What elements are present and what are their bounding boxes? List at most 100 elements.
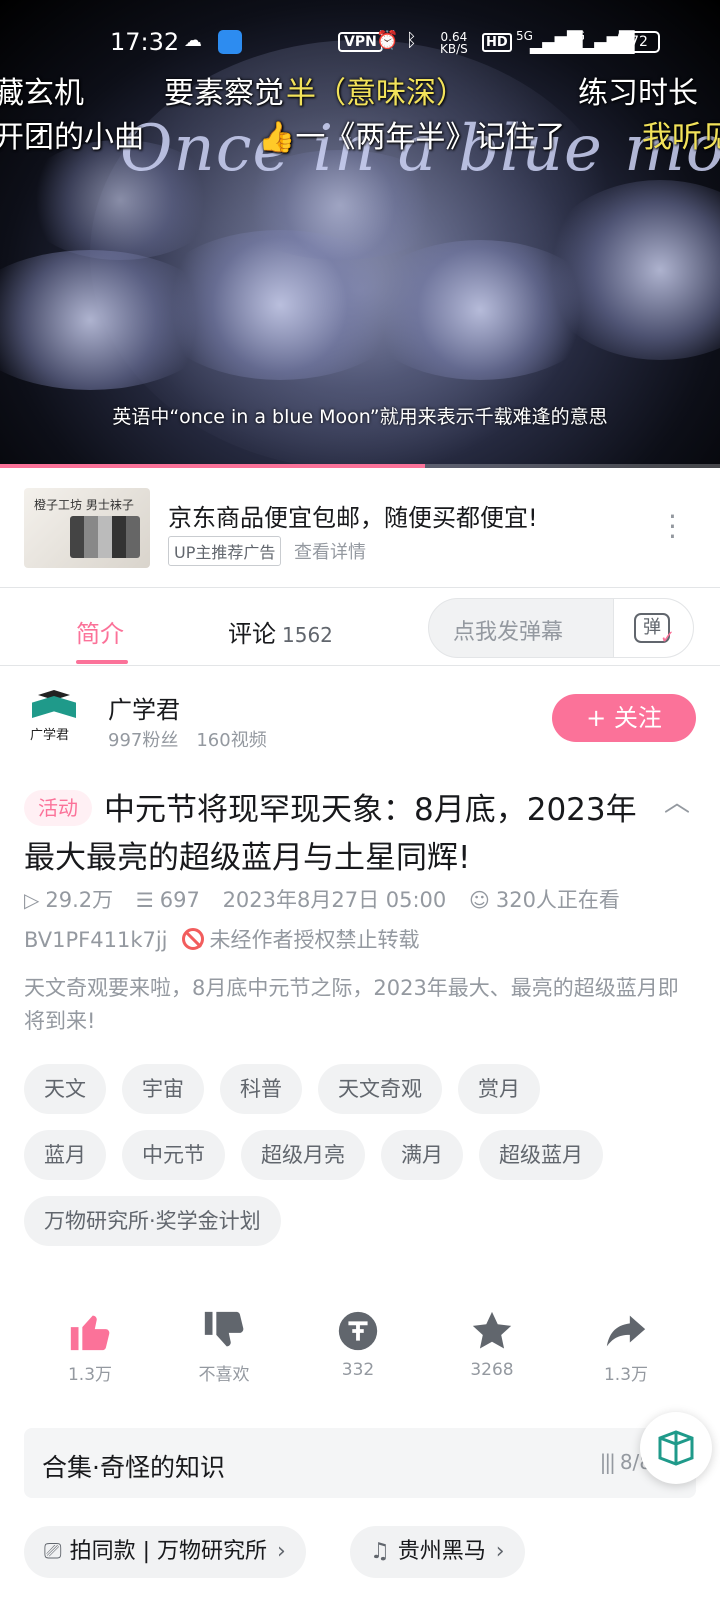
more-options-icon[interactable]: · · · — [668, 503, 677, 551]
chevron-up-icon[interactable]: ︿ — [664, 782, 690, 819]
danmaku-comment: 练习时长 — [578, 76, 698, 111]
battery-indicator: 72 — [618, 31, 660, 53]
danmaku-count: 697 — [159, 888, 200, 912]
socks-image — [70, 516, 140, 558]
tag[interactable]: 科普 — [220, 1064, 302, 1114]
tab-active-indicator — [76, 660, 128, 664]
copyright-notice: 未经作者授权禁止转载 — [209, 928, 420, 952]
collection-card[interactable]: 合集·奇怪的知识 ||| 8/8 — [24, 1428, 696, 1498]
favorite-count: 3268 — [470, 1360, 514, 1380]
ad-thumbnail-text: 橙子工坊 男士袜子 — [34, 498, 134, 512]
hd-indicator: HD — [482, 33, 512, 52]
video-meta: ▷ 29.2万 ☰ 697 2023年8月27日 05:00 ☺ 320人正在看 — [24, 884, 620, 914]
check-icon: ✓ — [660, 627, 676, 648]
favorite-button[interactable]: 3268 — [442, 1308, 542, 1380]
ad-title[interactable]: 京东商品便宜包邮，随便买都便宜! — [168, 498, 538, 533]
video-description: 天文奇观要来啦，8月底中元节之际，2023年最大、最亮的超级蓝月即将到来! — [24, 976, 679, 1033]
chevron-right-icon: › — [495, 1539, 505, 1564]
ad-detail-link[interactable]: 查看详情 — [294, 538, 366, 564]
video-subtitle: 英语中“once in a blue Moon”就用来表示千载难逢的意思 — [112, 406, 608, 428]
tag[interactable]: 万物研究所·奖学金计划 — [24, 1196, 281, 1246]
avatar-text: 广学君 — [30, 728, 70, 743]
tag-row: 万物研究所·奖学金计划 — [24, 1196, 297, 1246]
music-note-icon: ♫ — [370, 1539, 390, 1564]
video-title: 中元节将现罕现天象：8月底，2023年最大最亮的超级蓝月与土星同辉! — [24, 792, 637, 876]
activity-tag[interactable]: 活动 — [24, 789, 92, 826]
danmaku-input[interactable]: 点我发弹幕 弹 ✓ — [428, 598, 694, 658]
tag[interactable]: 超级月亮 — [241, 1130, 365, 1180]
video-count: 160视频 — [196, 730, 267, 751]
publish-date: 2023年8月27日 05:00 — [222, 888, 447, 912]
follow-button[interactable]: + 关注 — [552, 694, 696, 742]
tab-comments[interactable]: 评论 1562 — [228, 614, 333, 649]
watching-count: 320人正在看 — [495, 888, 620, 912]
danmaku-count-icon: ☰ — [135, 888, 154, 912]
tag[interactable]: 超级蓝月 — [479, 1130, 603, 1180]
danmaku-comment: 👍一《两年半》记住了 — [258, 120, 566, 155]
same-style-chip[interactable]: ⎚ 拍同款 | 万物研究所 › — [24, 1526, 306, 1578]
view-count: 29.2万 — [45, 888, 114, 912]
uploader-section: 广学君 广学君 997粉丝 160视频 + 关注 — [0, 666, 720, 762]
viewers-icon: ☺ — [468, 888, 490, 912]
coin-count: 332 — [341, 1360, 375, 1380]
tab-bar: 简介 评论 1562 点我发弹幕 弹 ✓ — [0, 588, 720, 666]
like-button[interactable]: 1.3万 — [40, 1308, 140, 1385]
like-count: 1.3万 — [67, 1365, 113, 1385]
ad-thumbnail[interactable]: 橙子工坊 男士袜子 — [24, 488, 150, 568]
chevron-right-icon: › — [277, 1539, 286, 1564]
thumbs-up-icon — [40, 1308, 140, 1354]
network-speed-unit: KB/S — [440, 42, 468, 56]
floating-cube-button[interactable] — [640, 1412, 712, 1484]
play-count-icon: ▷ — [24, 888, 40, 912]
tag[interactable]: 赏月 — [458, 1064, 540, 1114]
video-meta-2: BV1PF411k7jj 未经作者授权禁止转载 — [24, 924, 420, 954]
cube-icon — [658, 1430, 694, 1466]
share-button[interactable]: 1.3万 — [576, 1308, 676, 1385]
collection-title: 合集·奇怪的知识 — [42, 1453, 225, 1482]
tag[interactable]: 蓝月 — [24, 1130, 106, 1180]
bvid[interactable]: BV1PF411k7jj — [24, 928, 168, 952]
same-style-label: 拍同款 | 万物研究所 — [69, 1539, 268, 1564]
ad-badge: UP主推荐广告 — [168, 536, 282, 566]
playlist-bars-icon: ||| — [599, 1450, 616, 1474]
video-player[interactable]: Once in a blue moon 17:32 ☁ VPN ⏰ ᛒ 0.64… — [0, 0, 720, 468]
app-notification-icon — [218, 30, 242, 54]
danmaku-toggle-button[interactable]: 弹 ✓ — [613, 599, 693, 657]
share-icon — [576, 1308, 676, 1354]
tag[interactable]: 满月 — [381, 1130, 463, 1180]
status-time: 17:32 — [110, 28, 180, 56]
dislike-button[interactable]: 不喜欢 — [174, 1308, 274, 1385]
dislike-label: 不喜欢 — [198, 1365, 250, 1385]
danmaku-comment: 开团的小曲 — [0, 120, 144, 155]
bluetooth-icon: ᛒ — [406, 30, 417, 51]
coin-button[interactable]: 332 — [308, 1308, 408, 1380]
uploader-name[interactable]: 广学君 — [108, 690, 180, 725]
tag[interactable]: 中元节 — [122, 1130, 225, 1180]
danmaku-comment: 半（意味深） — [286, 76, 466, 111]
book-icon — [32, 696, 76, 718]
music-label: 贵州黑马 — [397, 1539, 486, 1564]
chat-bubble-icon: ☁ — [184, 30, 202, 51]
thumbs-down-icon — [174, 1308, 274, 1354]
tag[interactable]: 宇宙 — [122, 1064, 204, 1114]
music-chip[interactable]: ♫ 贵州黑马 › — [350, 1526, 525, 1578]
follower-count: 997粉丝 — [108, 730, 179, 751]
video-title-block: 活动 中元节将现罕现天象：8月底，2023年最大最亮的超级蓝月与土星同辉! — [24, 786, 664, 882]
avatar[interactable]: 广学君 — [26, 688, 82, 744]
tag[interactable]: 天文奇观 — [318, 1064, 442, 1114]
status-bar: 17:32 ☁ VPN ⏰ ᛒ 0.64 KB/S HD 5G ▂▄▆█ 5G ▂… — [0, 0, 720, 74]
tag-row: 天文 宇宙 科普 天文奇观 赏月 — [24, 1064, 556, 1114]
tab-comments-label: 评论 — [228, 620, 276, 648]
alarm-icon: ⏰ — [376, 30, 399, 51]
danmaku-comment: 要素察觉 — [164, 76, 284, 111]
camera-plus-icon: ⎚ — [44, 1539, 62, 1564]
coin-icon — [308, 1308, 408, 1354]
danmaku-comment: 藏玄机 — [0, 76, 84, 111]
star-icon — [442, 1308, 542, 1354]
tab-intro[interactable]: 简介 — [76, 614, 124, 649]
uploader-stats: 997粉丝 160视频 — [108, 726, 267, 752]
ad-banner[interactable]: 橙子工坊 男士袜子 京东商品便宜包邮，随便买都便宜! UP主推荐广告 查看详情 — [0, 468, 720, 588]
tag[interactable]: 天文 — [24, 1064, 106, 1114]
no-repost-icon — [181, 928, 204, 950]
comment-count: 1562 — [282, 623, 333, 647]
